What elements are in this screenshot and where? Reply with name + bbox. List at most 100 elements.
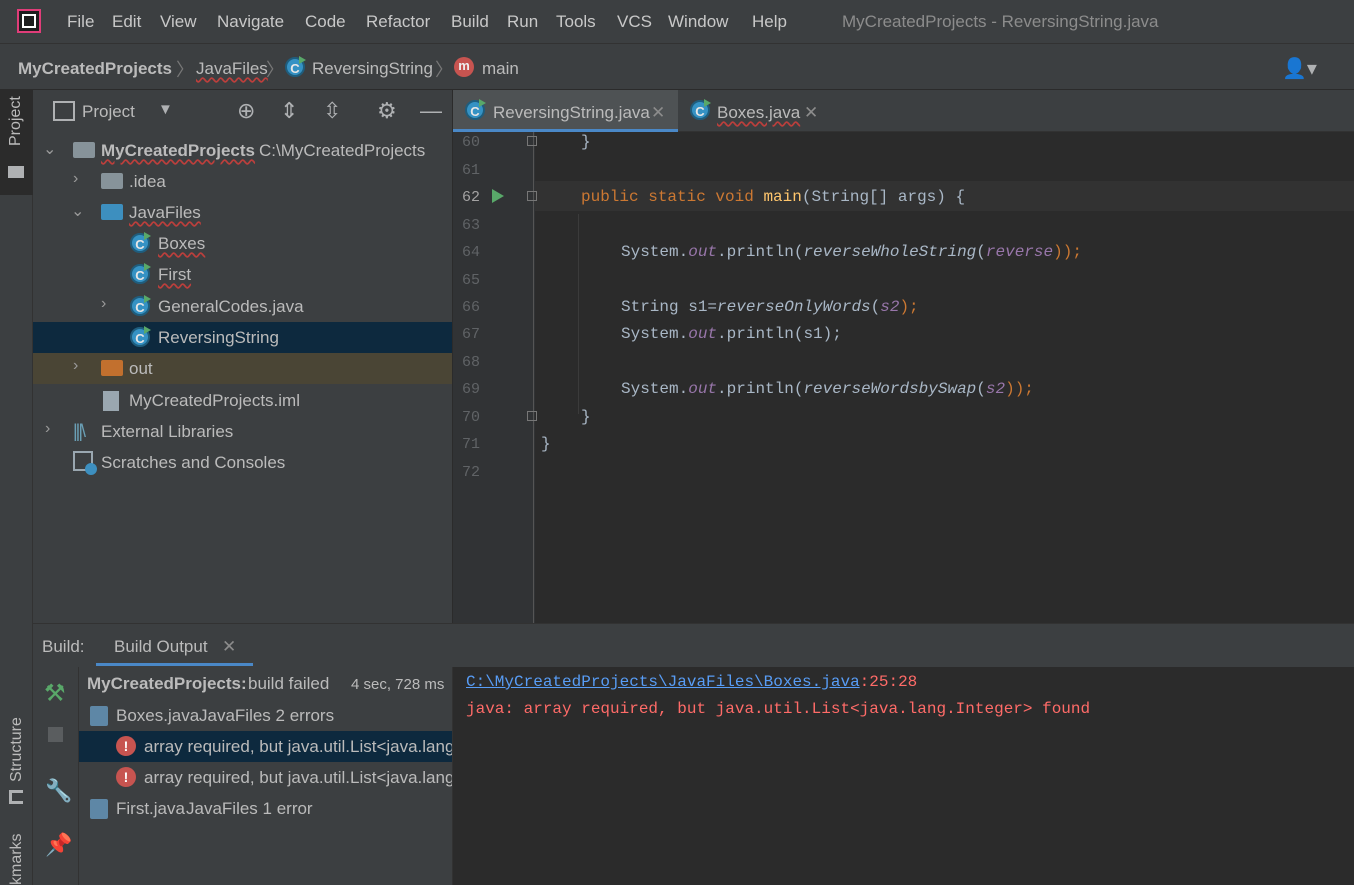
menu-build[interactable]: Build <box>451 12 489 32</box>
tree-item-iml[interactable]: MyCreatedProjects.iml <box>33 385 452 416</box>
pin-icon[interactable]: 📌 <box>45 832 72 858</box>
line-number: 71 <box>461 436 480 453</box>
user-account-icon[interactable]: 👤▾ <box>1282 56 1317 81</box>
menu-run[interactable]: Run <box>507 12 538 32</box>
chevron-right-icon[interactable]: › <box>73 357 78 375</box>
tree-item-javafiles[interactable]: ⌄ JavaFiles <box>33 197 452 228</box>
fold-icon[interactable] <box>527 191 537 201</box>
menu-help[interactable]: Help <box>752 12 787 32</box>
project-tool-tab[interactable]: Project <box>0 90 33 195</box>
code-field: out <box>688 243 718 261</box>
source-folder-icon <box>101 204 123 220</box>
menu-edit[interactable]: Edit <box>112 12 141 32</box>
breadcrumb-javafiles[interactable]: JavaFiles <box>196 59 268 79</box>
project-tool-tab-label: Project <box>7 96 24 146</box>
line-number: 63 <box>461 217 480 234</box>
hide-panel-icon[interactable]: — <box>420 100 442 122</box>
tree-item-scratches[interactable]: Scratches and Consoles <box>33 447 452 478</box>
line-number: 72 <box>461 464 480 481</box>
line-number: 62 <box>461 189 480 206</box>
code-text: .println( <box>717 380 804 398</box>
tree-item-label: out <box>129 359 153 378</box>
tree-item-reversingstring[interactable]: C ReversingString <box>33 322 452 353</box>
fold-icon[interactable] <box>527 411 537 421</box>
intellij-logo-icon <box>17 9 41 33</box>
error-icon: ! <box>116 736 136 756</box>
tree-item-label: External Libraries <box>101 422 234 441</box>
code-editor[interactable] <box>453 90 1354 623</box>
class-icon: C <box>130 295 151 316</box>
chevron-down-icon[interactable]: ⌄ <box>71 201 84 221</box>
breadcrumb-project[interactable]: MyCreatedProjects <box>18 59 172 79</box>
build-status: build failed <box>248 674 330 693</box>
close-icon[interactable]: ✕ <box>222 637 236 657</box>
menu-view[interactable]: View <box>160 12 197 32</box>
menu-code[interactable]: Code <box>305 12 346 32</box>
structure-icon <box>9 790 23 804</box>
build-summary-row[interactable]: MyCreatedProjects: build failed 4 sec, 7… <box>79 668 452 699</box>
tree-item-out[interactable]: › out <box>33 353 452 384</box>
menu-navigate[interactable]: Navigate <box>217 12 284 32</box>
code-field: out <box>688 380 718 398</box>
gutter-divider <box>533 132 534 623</box>
tab-boxes[interactable]: C Boxes.java ✕ <box>678 90 828 132</box>
wrench-icon[interactable]: 🔧 <box>45 778 72 804</box>
chevron-down-icon[interactable]: ⌄ <box>43 139 56 159</box>
build-file-row[interactable]: First.java JavaFiles 1 error <box>79 793 452 824</box>
tree-item-first[interactable]: C First <box>33 259 452 290</box>
module-folder-icon <box>73 142 95 158</box>
chevron-right-icon[interactable]: › <box>73 170 78 188</box>
project-panel-title[interactable]: Project <box>82 102 135 122</box>
menu-window[interactable]: Window <box>668 12 728 32</box>
build-file-row[interactable]: Boxes.java JavaFiles 2 errors <box>79 700 452 731</box>
project-view-icon <box>53 101 75 121</box>
expand-all-icon[interactable]: ⇕ <box>280 100 298 122</box>
chevron-right-icon[interactable]: › <box>101 295 106 313</box>
bookmarks-tool-tab[interactable]: kmarks <box>0 830 33 885</box>
menu-refactor[interactable]: Refactor <box>366 12 430 32</box>
code-line: System.out.println(reverseWordsbySwap(s2… <box>621 380 1034 398</box>
locate-file-icon[interactable]: ⊕ <box>237 100 255 122</box>
close-icon[interactable]: ✕ <box>651 103 665 123</box>
code-line: String s1=reverseOnlyWords(s2); <box>621 298 919 316</box>
tree-item-generalcodes[interactable]: › C GeneralCodes.java <box>33 291 452 322</box>
menu-file[interactable]: File <box>67 12 94 32</box>
build-error-row[interactable]: ! array required, but java.util.List<jav… <box>79 731 452 762</box>
breadcrumb-class[interactable]: ReversingString <box>312 59 433 79</box>
gear-icon[interactable]: ⚙ <box>377 100 397 122</box>
menu-tools[interactable]: Tools <box>556 12 596 32</box>
code-keyword: public static void <box>581 188 754 206</box>
chevron-down-icon[interactable]: ▼ <box>158 101 173 118</box>
run-gutter-icon[interactable] <box>492 189 504 203</box>
line-number: 66 <box>461 299 480 316</box>
code-text: )); <box>1053 243 1082 261</box>
code-line: } <box>541 435 551 453</box>
breadcrumb-separator: 〉 <box>176 60 194 80</box>
tree-item-project-root[interactable]: ⌄ MyCreatedProjects C:\MyCreatedProjects <box>33 135 452 166</box>
collapse-all-icon[interactable]: ⇳ <box>323 100 341 122</box>
stop-icon[interactable] <box>48 727 63 742</box>
build-output-location: C:\MyCreatedProjects\JavaFiles\Boxes.jav… <box>466 673 917 691</box>
tree-item-boxes[interactable]: C Boxes <box>33 228 452 259</box>
breadcrumb-method[interactable]: main <box>482 59 519 79</box>
chevron-right-icon[interactable]: › <box>45 420 50 438</box>
build-output-link[interactable]: C:\MyCreatedProjects\JavaFiles\Boxes.jav… <box>466 673 860 691</box>
structure-tool-tab[interactable]: Structure <box>0 700 33 810</box>
hammer-icon[interactable]: ⚒ <box>44 679 66 708</box>
class-icon: C <box>130 263 151 284</box>
tree-item-idea[interactable]: › .idea <box>33 166 452 197</box>
menu-vcs[interactable]: VCS <box>617 12 652 32</box>
code-static-call: reverseWholeString <box>803 243 977 261</box>
fold-icon[interactable] <box>527 136 537 146</box>
build-error-message: array required, but java.util.List<java.… <box>144 768 452 787</box>
code-field: s2 <box>880 298 900 316</box>
build-project-name: MyCreatedProjects: <box>87 674 247 693</box>
tab-build-output[interactable]: Build Output ✕ <box>96 628 253 666</box>
tree-item-label: Boxes <box>158 234 206 253</box>
build-error-row[interactable]: ! array required, but java.util.List<jav… <box>79 762 452 793</box>
close-icon[interactable]: ✕ <box>804 103 818 123</box>
tab-reversingstring[interactable]: C ReversingString.java ✕ <box>453 90 678 132</box>
tree-item-external-libraries[interactable]: › |||\ External Libraries <box>33 416 452 447</box>
tree-item-label: MyCreatedProjects <box>101 141 256 160</box>
code-line: System.out.println(reverseWholeString(re… <box>621 243 1082 261</box>
